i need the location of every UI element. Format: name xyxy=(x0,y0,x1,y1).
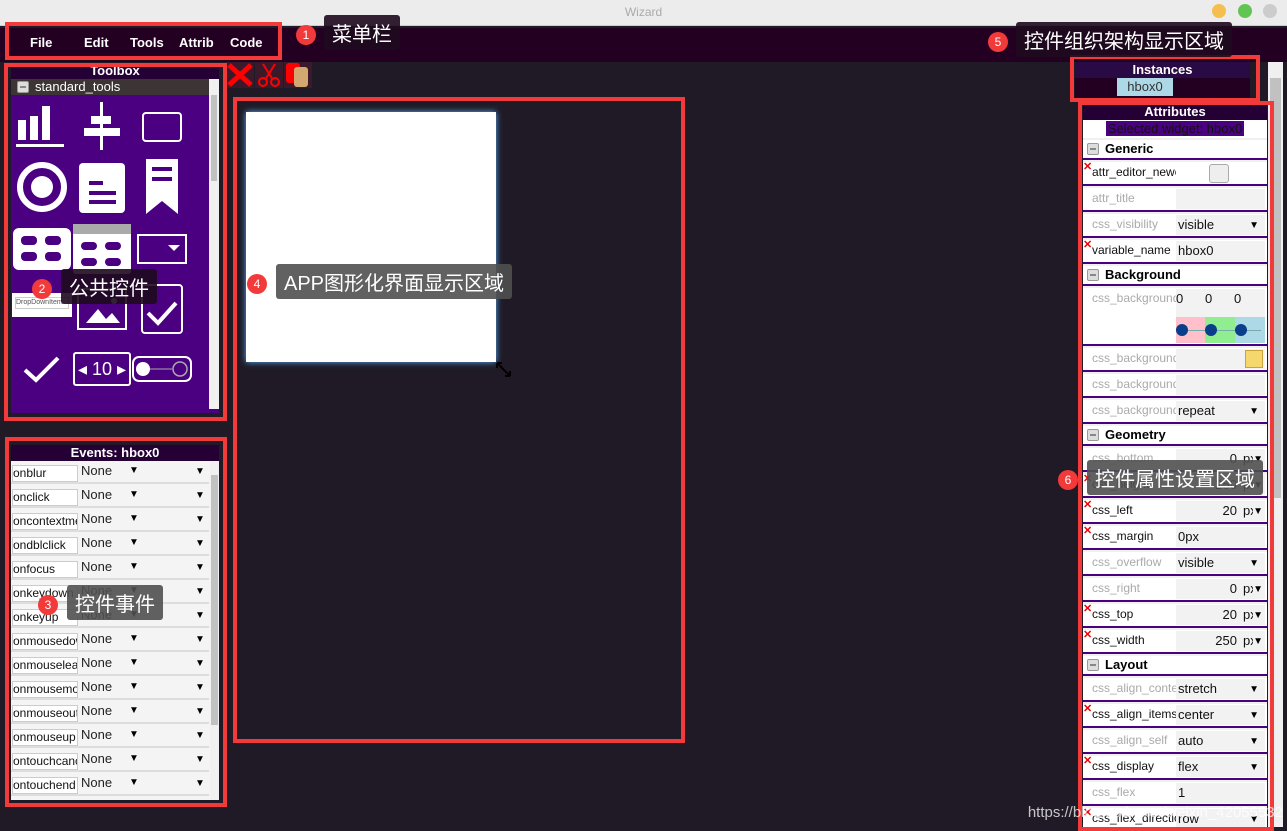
annotation-box-2 xyxy=(4,63,227,421)
annotation-box-4 xyxy=(233,97,685,743)
annotation-badge-5: 5 xyxy=(988,32,1008,52)
annotation-label-1: 菜单栏 xyxy=(324,15,400,50)
cut-icon[interactable] xyxy=(255,62,283,88)
annotation-label-3: 控件事件 xyxy=(67,585,163,620)
annotation-label-2: 公共控件 xyxy=(61,269,157,304)
minimize-button[interactable] xyxy=(1212,4,1226,18)
annotation-badge-1: 1 xyxy=(296,25,316,45)
annotation-badge-6: 6 xyxy=(1058,470,1078,490)
annotation-badge-4: 4 xyxy=(247,274,267,294)
annotation-label-5: 控件组织架构显示区域 xyxy=(1016,22,1232,57)
close-button[interactable] xyxy=(1263,4,1277,18)
watermark: https://blog.csdn.net/weixin_42055532 xyxy=(1027,804,1283,821)
annotation-box-3 xyxy=(5,437,227,807)
delete-icon[interactable] xyxy=(226,62,254,88)
annotation-badge-3: 3 xyxy=(38,595,58,615)
annotation-label-4: APP图形化界面显示区域 xyxy=(276,264,513,299)
canvas-toolbar xyxy=(226,62,312,88)
annotation-box-5 xyxy=(1070,55,1260,102)
annotation-label-6: 控件属性设置区域 xyxy=(1087,460,1263,495)
maximize-button[interactable] xyxy=(1238,4,1252,18)
annotation-box-1 xyxy=(5,22,282,60)
paste-icon[interactable] xyxy=(284,62,312,88)
annotation-badge-2: 2 xyxy=(32,279,52,299)
window-title: Wizard xyxy=(624,5,663,19)
